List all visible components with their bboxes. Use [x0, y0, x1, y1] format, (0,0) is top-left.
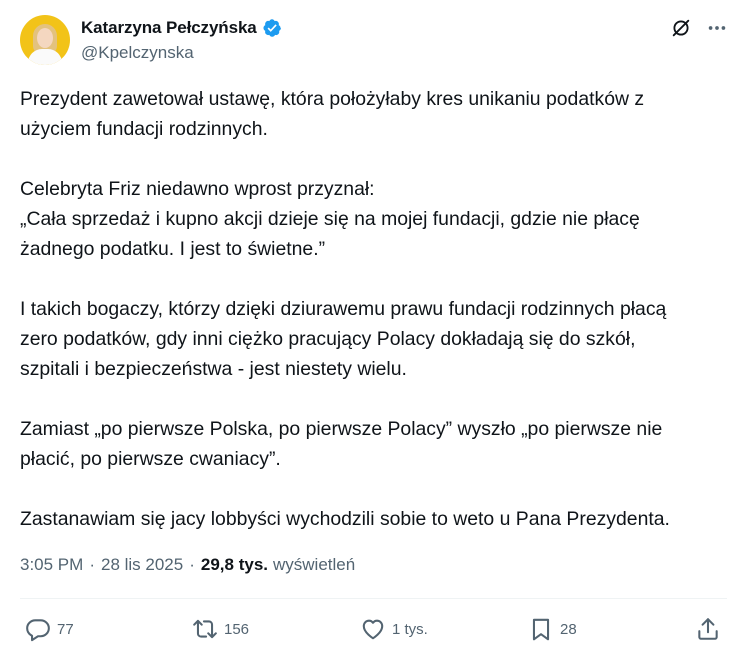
tweet-line: zero podatków, gdy inni ciężko pracujący… — [20, 328, 636, 350]
tweet-meta: 3:05 PM · 28 lis 2025 · 29,8 tys. wyświe… — [20, 555, 355, 575]
retweet-count: 156 — [224, 620, 250, 638]
like-count: 1 tys. — [392, 620, 428, 638]
tweet-line: „Cała sprzedaż i kupno akcji dzieje się … — [20, 208, 640, 230]
bookmark-count: 28 — [560, 620, 577, 638]
tweet-line: I takich bogaczy, którzy dzięki dziurawe… — [20, 298, 667, 320]
tweet-line: Prezydent zawetował ustawę, która położy… — [20, 88, 645, 110]
verified-badge-icon — [263, 19, 281, 37]
tweet-time[interactable]: 3:05 PM — [20, 555, 83, 575]
tweet-line: szpitali i bezpieczeństwa - jest niestet… — [20, 358, 407, 380]
views-label: wyświetleń — [273, 555, 356, 574]
grok-icon[interactable] — [670, 17, 692, 39]
tweet-line: Celebryta Friz niedawno wprost przyznał: — [20, 178, 375, 200]
divider — [20, 598, 727, 599]
tweet-line: Zastanawiam się jacy lobbyści wychodzili… — [20, 508, 670, 530]
avatar[interactable] — [20, 15, 70, 65]
meta-separator: · — [89, 555, 95, 574]
tweet-header: Katarzyna Pełczyńska @Kpelczynska — [20, 15, 730, 65]
like-icon — [362, 619, 384, 640]
retweet-button[interactable]: 156 — [192, 612, 249, 646]
author-name[interactable]: Katarzyna Pełczyńska — [81, 18, 257, 38]
views-count: 29,8 tys. — [200, 555, 268, 574]
reply-button[interactable]: 77 — [25, 612, 74, 646]
author-handle[interactable]: @Kpelczynska — [81, 43, 194, 63]
tweet-line: użyciem fundacji rodzinnych. — [20, 118, 268, 140]
tweet-line: Zamiast „po pierwsze Polska, po pierwsze… — [20, 418, 663, 440]
meta-separator: · — [189, 555, 195, 574]
share-button[interactable] — [695, 612, 721, 646]
like-button[interactable]: 1 tys. — [360, 612, 428, 646]
bookmark-icon — [532, 618, 550, 641]
reply-icon — [26, 619, 50, 642]
action-bar: 77 156 1 tys. 28 — [20, 612, 727, 646]
retweet-icon — [193, 619, 217, 639]
tweet-text: Prezydent zawetował ustawę, która położy… — [20, 84, 735, 534]
author-name-line: Katarzyna Pełczyńska — [81, 18, 282, 38]
share-icon — [698, 618, 718, 640]
tweet-line: płacić, po pierwsze cwaniacy”. — [20, 448, 281, 470]
bookmark-button[interactable]: 28 — [528, 612, 577, 646]
more-icon[interactable] — [706, 17, 728, 39]
reply-count: 77 — [57, 620, 74, 638]
tweet-line: żadnego podatku. I jest to świetne.” — [20, 238, 326, 260]
tweet-date[interactable]: 28 lis 2025 — [101, 555, 183, 575]
